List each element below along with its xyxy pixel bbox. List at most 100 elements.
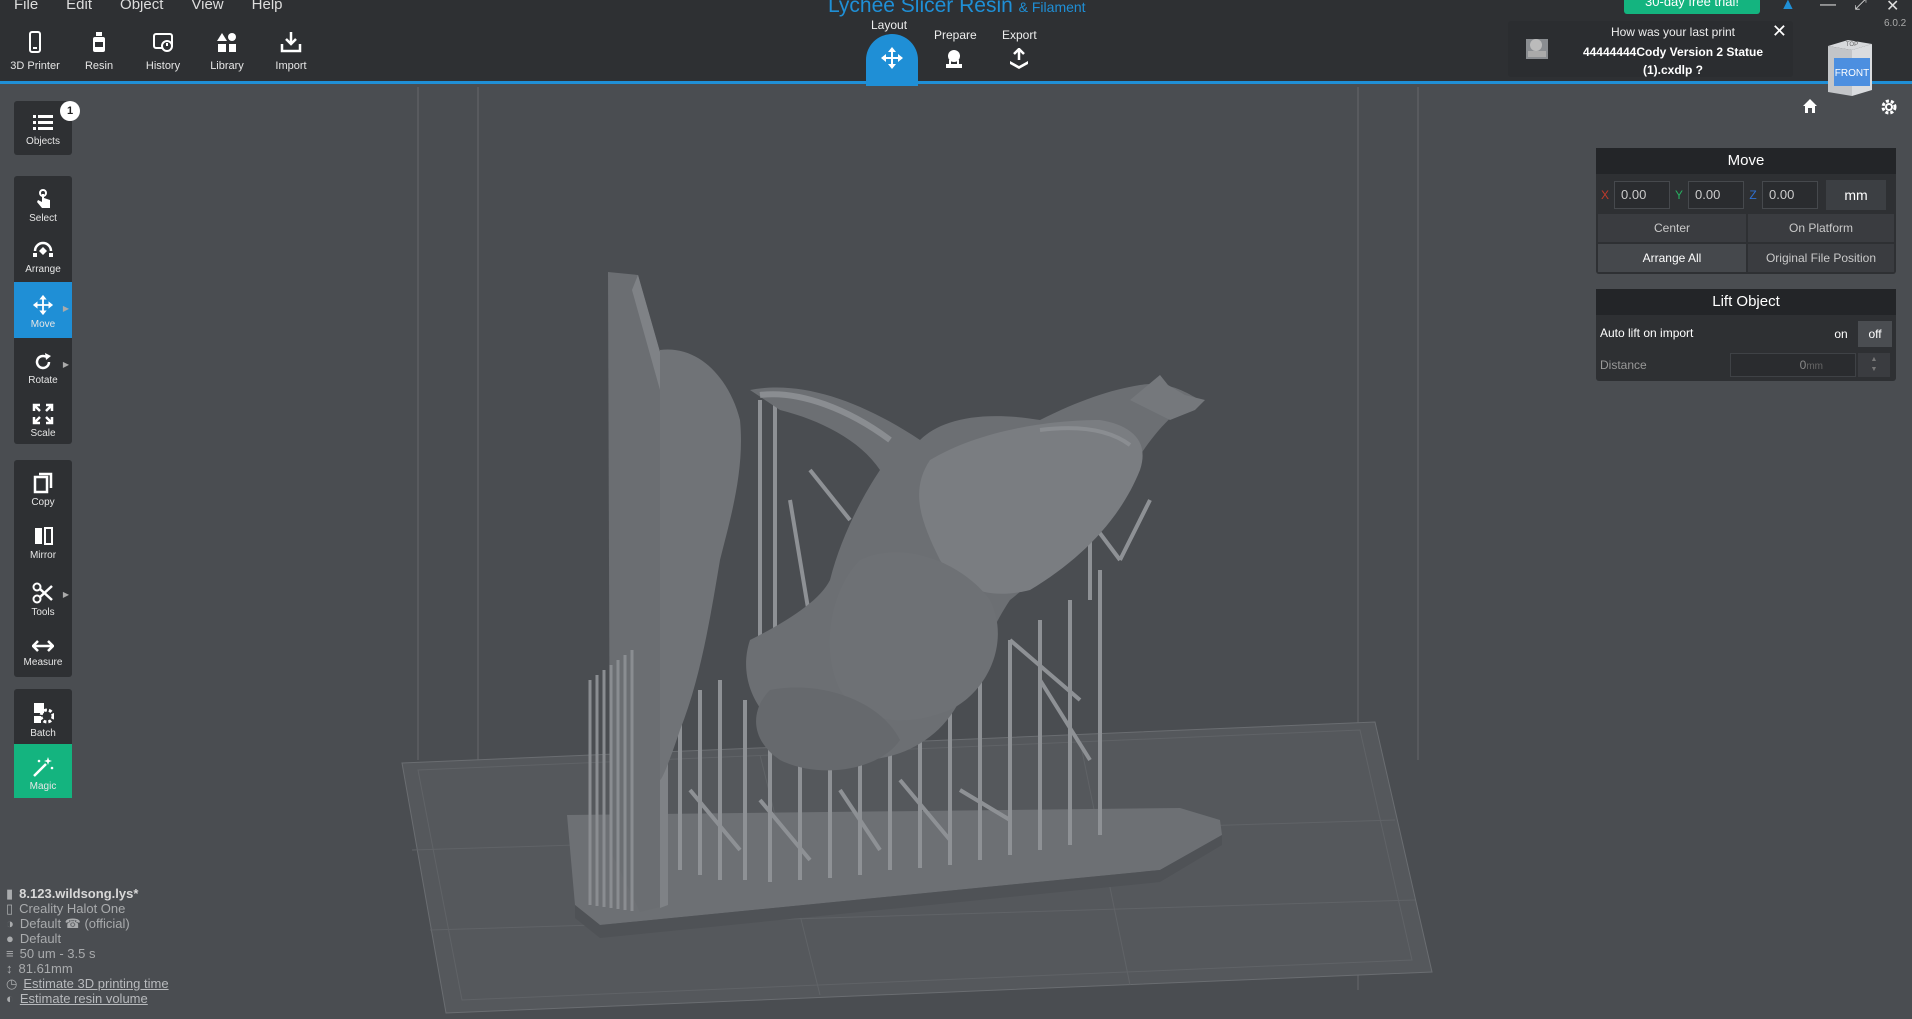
model-height: 81.61mm [18, 961, 73, 976]
import-label: Import [275, 60, 307, 72]
arrange-icon [33, 241, 53, 257]
menu-view[interactable]: View [177, 0, 237, 14]
printer-name: Creality Halot One [19, 901, 126, 916]
move-tool[interactable]: Move ▶ [14, 282, 72, 338]
distance-input[interactable]: 0mm [1730, 353, 1856, 377]
notification-close-icon[interactable]: ✕ [1772, 21, 1787, 42]
library-label: Library [210, 60, 244, 72]
history-label: History [145, 60, 181, 72]
menu-file[interactable]: File [0, 0, 52, 14]
z-position-input[interactable]: 0.00 [1762, 181, 1818, 209]
status-printer-row: ▯ Creality Halot One [6, 901, 169, 916]
distance-stepper[interactable]: ▲ ▼ [1858, 353, 1890, 377]
center-button[interactable]: Center [1598, 214, 1746, 242]
history-icon [153, 33, 173, 52]
home-view-icon[interactable] [1802, 98, 1818, 114]
menu-help[interactable]: Help [238, 0, 297, 14]
move-panel: Move X 0.00 Y 0.00 Z 0.00 mm Center On P… [1596, 148, 1896, 274]
history-button[interactable]: History [131, 30, 195, 72]
original-file-position-button[interactable]: Original File Position [1748, 244, 1894, 272]
x-position-input[interactable]: 0.00 [1614, 181, 1670, 209]
export-icon[interactable] [1008, 48, 1030, 70]
notification-question: How was your last print [1610, 25, 1736, 39]
app-title: Lychee Slicer Resin & Filament [828, 0, 1086, 18]
copy-label: Copy [31, 497, 55, 508]
printer-icon [29, 31, 41, 53]
view-cube[interactable]: TOP FRONT [1822, 38, 1878, 102]
scale-tool[interactable]: Scale [14, 391, 72, 444]
status-layer-row: ≡ 50 um - 3.5 s [6, 946, 169, 961]
mirror-icon [35, 527, 53, 545]
y-position-input[interactable]: 0.00 [1688, 181, 1744, 209]
mirror-label: Mirror [29, 550, 57, 561]
status-profile-row: ● Default [6, 931, 169, 946]
magic-label: Magic [29, 781, 57, 792]
measure-label: Measure [23, 657, 63, 668]
select-tool[interactable]: Select [14, 176, 72, 227]
status-height-row: ↕ 81.61mm [6, 961, 169, 976]
tools-submenu-chevron-icon[interactable]: ▶ [63, 590, 69, 599]
menu-edit[interactable]: Edit [52, 0, 106, 14]
height-arrows-icon: ↕ [6, 961, 13, 976]
import-icon [280, 32, 302, 53]
last-print-notification[interactable]: How was your last print 44444444Cody Ver… [1508, 21, 1793, 77]
file-name: 8.123.wildsong.lys* [19, 886, 139, 901]
menu-object[interactable]: Object [106, 0, 177, 14]
on-platform-button[interactable]: On Platform [1748, 214, 1894, 242]
rotate-tool[interactable]: Rotate ▶ [14, 338, 72, 391]
rotate-submenu-chevron-icon[interactable]: ▶ [63, 360, 69, 369]
move-coordinates-row: X 0.00 Y 0.00 Z 0.00 mm [1600, 179, 1886, 211]
move-submenu-chevron-icon[interactable]: ▶ [63, 304, 69, 313]
measure-tool[interactable]: Measure [14, 623, 72, 677]
move-arrows-icon [881, 47, 903, 69]
maximize-icon[interactable]: ⤢ [1854, 0, 1867, 14]
library-button[interactable]: Library [195, 30, 259, 72]
clock-icon: ◷ [6, 976, 18, 991]
resin-button[interactable]: Resin [67, 30, 131, 72]
magic-wand-icon [33, 757, 54, 777]
select-hand-icon [37, 189, 50, 208]
status-panel: ▮ 8.123.wildsong.lys* ▯ Creality Halot One… [6, 886, 169, 1006]
app-title-text: Lychee Slicer Resin [828, 0, 1013, 17]
magic-tool[interactable]: Magic [14, 744, 72, 798]
copy-tool[interactable]: Copy [14, 460, 72, 513]
step-layout-label: Layout [871, 18, 908, 32]
file-icon: ▮ [6, 886, 14, 901]
import-button[interactable]: Import [259, 30, 323, 72]
arrange-all-button[interactable]: Arrange All [1598, 244, 1746, 272]
objects-count-badge: 1 [60, 101, 80, 121]
z-axis-label: Z [1749, 188, 1757, 202]
tools-label: Tools [31, 607, 55, 618]
profile-palette-icon: ● [6, 931, 14, 946]
batch-magic-group: Batch Magic [14, 689, 72, 798]
free-trial-button[interactable]: 30-day free trial! [1624, 0, 1760, 14]
version-label: 6.0.2 [1884, 18, 1907, 29]
step-export-label[interactable]: Export [1002, 28, 1037, 42]
tools-tool[interactable]: Tools ▶ [14, 568, 72, 623]
estimate-volume-link[interactable]: Estimate resin volume [20, 991, 148, 1006]
batch-tool[interactable]: Batch [14, 689, 72, 744]
arrange-tool[interactable]: Arrange [14, 227, 72, 282]
auto-lift-off-toggle[interactable]: off [1858, 321, 1892, 347]
prepare-supports-icon[interactable] [943, 48, 965, 70]
layer-settings: 50 um - 3.5 s [19, 946, 96, 961]
x-axis-label: X [1600, 188, 1609, 202]
estimate-time-link[interactable]: Estimate 3D printing time [23, 976, 168, 991]
mirror-tool[interactable]: Mirror [14, 513, 72, 568]
library-shapes-icon [217, 33, 236, 52]
batch-gears-icon [34, 703, 54, 724]
printer-button[interactable]: 3D Printer [3, 30, 67, 72]
minimize-icon[interactable]: — [1820, 0, 1836, 14]
unit-toggle-button[interactable]: mm [1826, 180, 1886, 210]
warning-icon[interactable]: ▲ [1780, 0, 1796, 14]
auto-lift-on-toggle[interactable]: on [1824, 321, 1858, 347]
resin-bottle-icon [93, 32, 105, 52]
status-time-row: ◷ Estimate 3D printing time [6, 976, 169, 991]
objects-list-icon [33, 115, 53, 130]
close-window-icon[interactable]: ✕ [1886, 0, 1899, 16]
layers-icon: ≡ [6, 946, 14, 961]
step-layout-tab[interactable] [866, 34, 918, 86]
settings-gear-icon[interactable] [1880, 98, 1898, 116]
lift-panel-title: Lift Object [1596, 289, 1896, 315]
step-prepare-label[interactable]: Prepare [934, 28, 977, 42]
